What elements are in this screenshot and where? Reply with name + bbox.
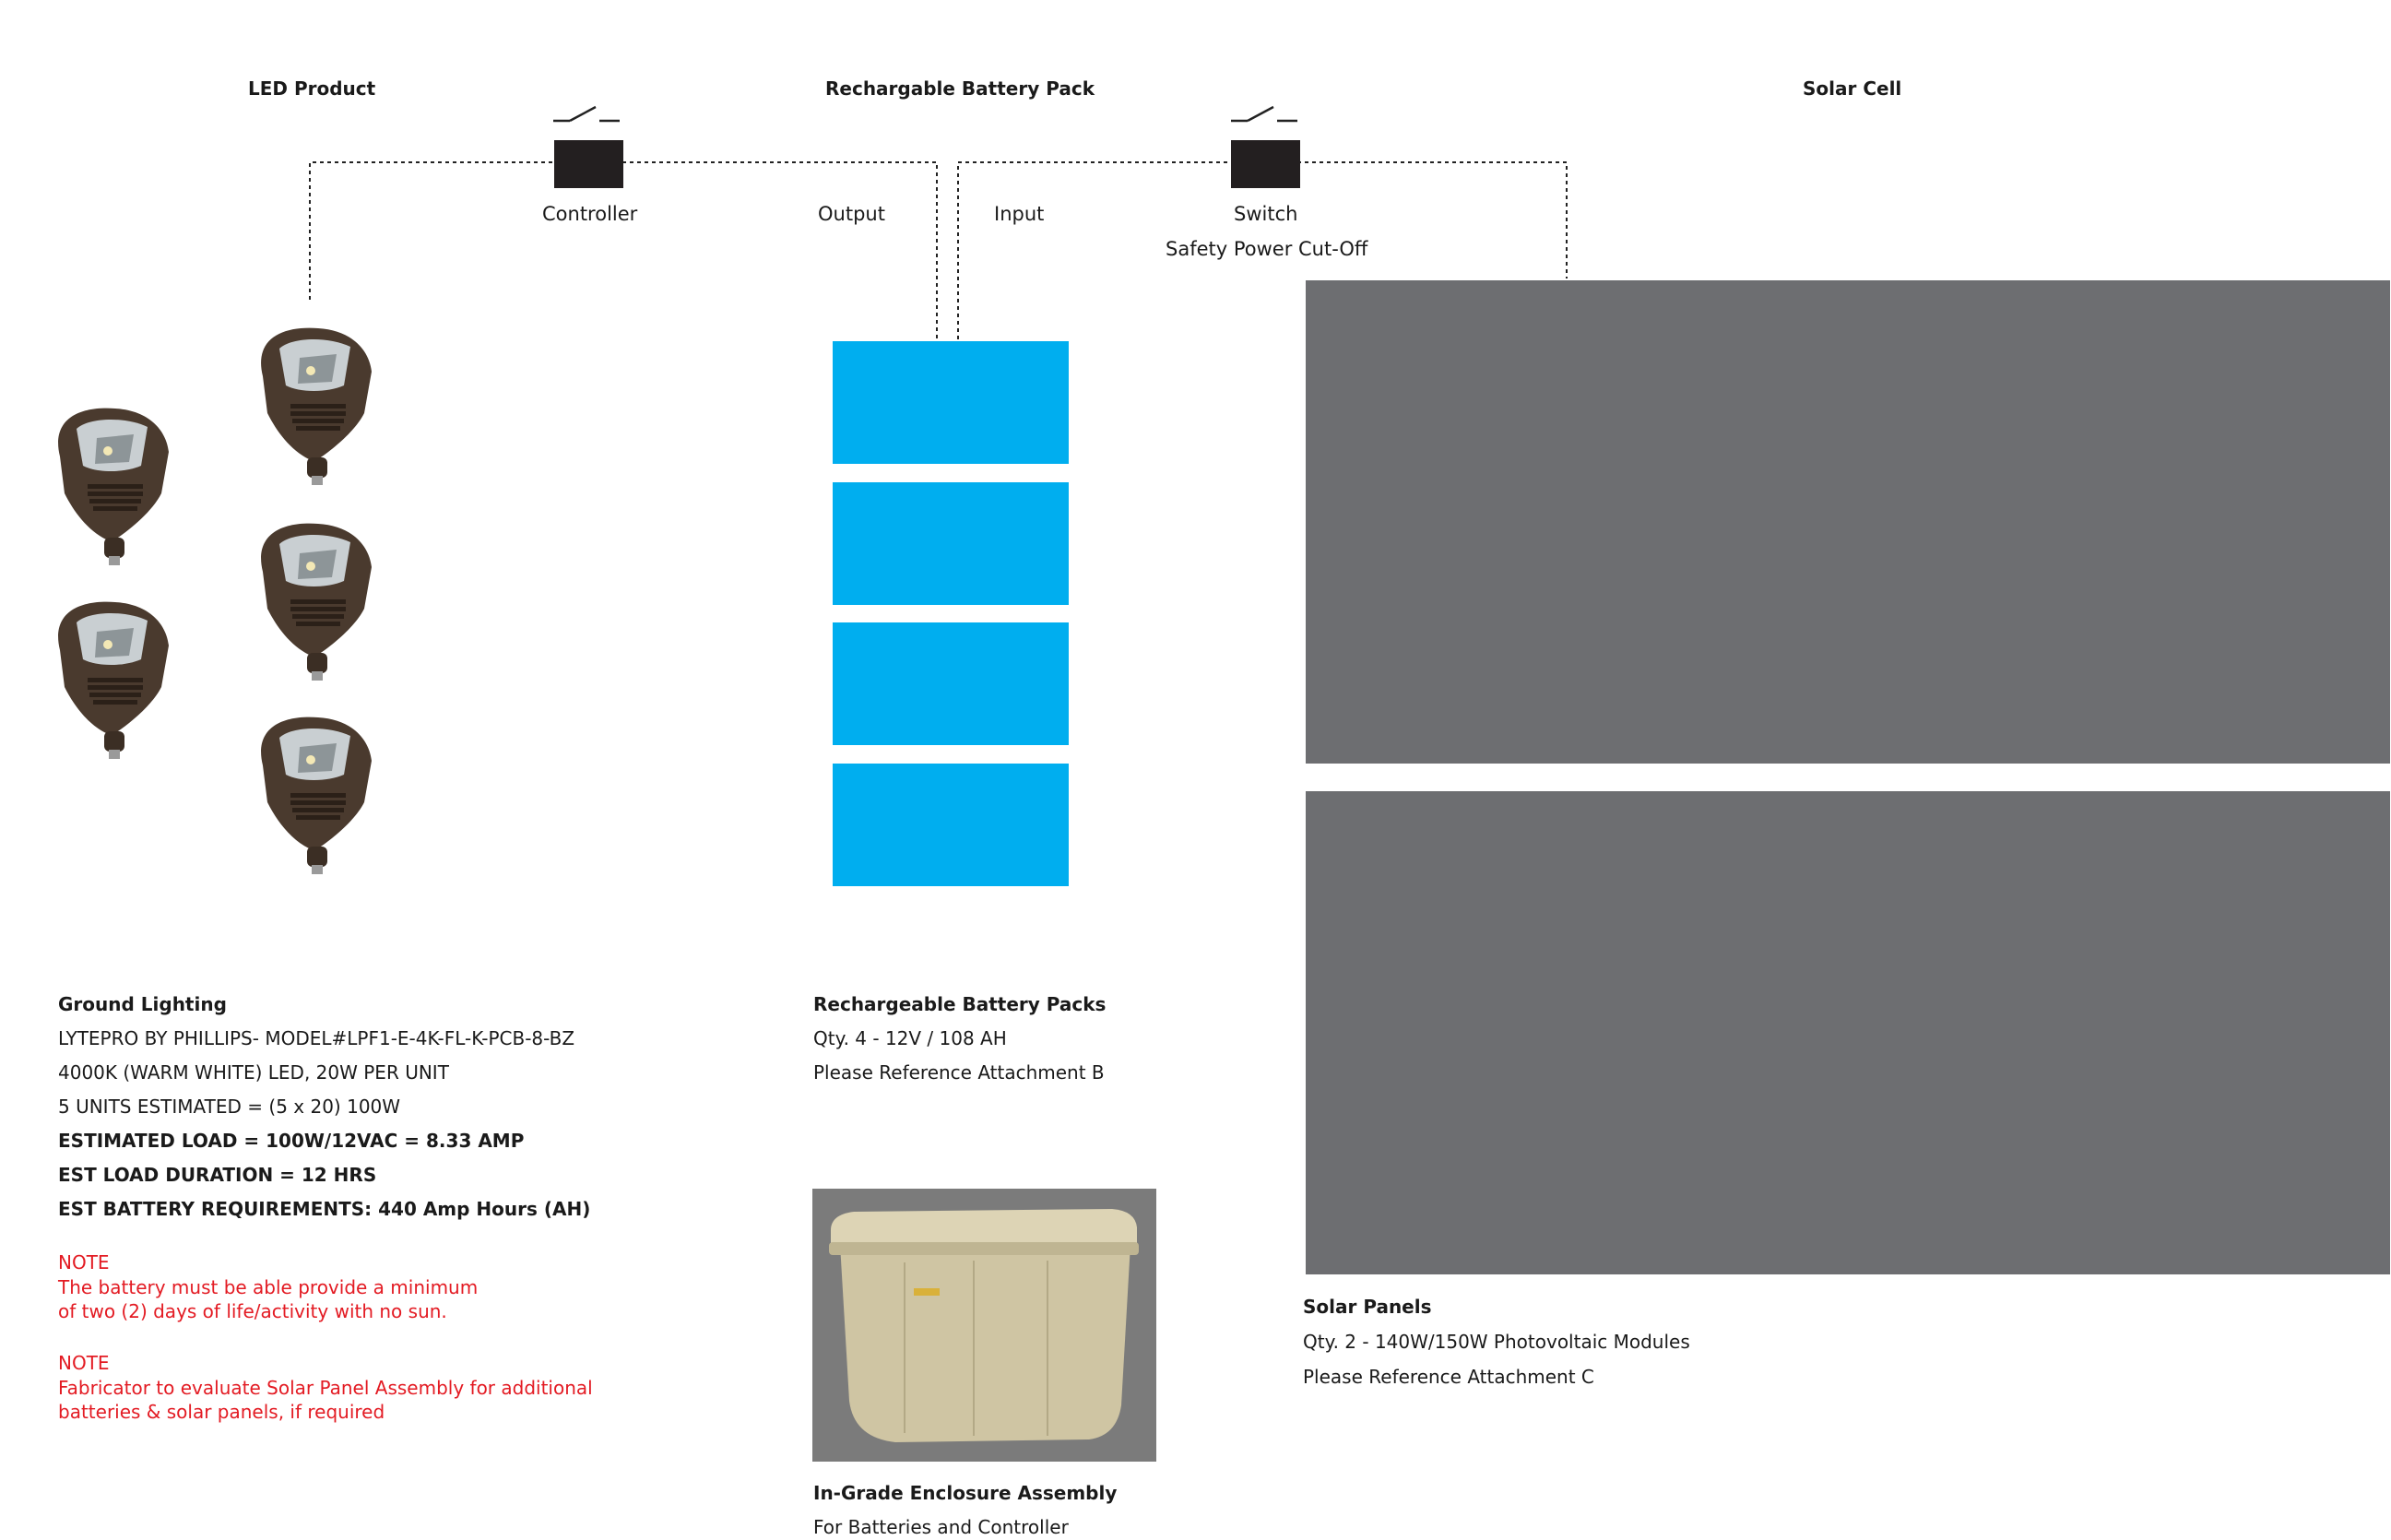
ground-lighting-line: 5 UNITS ESTIMATED = (5 x 20) 100W <box>58 1096 401 1118</box>
note-title: NOTE <box>58 1251 110 1273</box>
battery-pack-3 <box>833 622 1069 745</box>
led-fixtures <box>58 327 372 874</box>
note-line: of two (2) days of life/activity with no… <box>58 1300 447 1322</box>
solar-panels-line: Qty. 2 - 140W/150W Photovoltaic Modules <box>1303 1331 1690 1353</box>
solar-panel-1 <box>1306 280 2390 764</box>
led-flood-light-icon <box>261 717 372 874</box>
solar-panels-line: Please Reference Attachment C <box>1303 1366 1594 1388</box>
header-solar-cell: Solar Cell <box>1803 77 1902 100</box>
controller-label: Controller <box>542 203 638 225</box>
controller-box-icon <box>554 140 623 188</box>
note-line: The battery must be able provide a minim… <box>58 1276 479 1298</box>
ground-lighting-battery-req: EST BATTERY REQUIREMENTS: 440 Amp Hours … <box>58 1198 591 1220</box>
note-line: Fabricator to evaluate Solar Panel Assem… <box>58 1377 593 1399</box>
ground-lighting-line: LYTEPRO BY PHILLIPS- MODEL#LPF1-E-4K-FL-… <box>58 1027 575 1049</box>
battery-pack-1 <box>833 341 1069 464</box>
led-flood-light-icon <box>261 523 372 681</box>
header-battery-pack: Rechargable Battery Pack <box>825 77 1095 100</box>
ground-lighting-load: ESTIMATED LOAD = 100W/12VAC = 8.33 AMP <box>58 1130 525 1152</box>
battery-packs-line: Please Reference Attachment B <box>813 1061 1105 1084</box>
led-flood-light-icon <box>58 601 169 759</box>
header-led-product: LED Product <box>248 77 376 100</box>
input-label: Input <box>994 203 1045 225</box>
solar-panel-2 <box>1306 791 2390 1274</box>
led-flood-light-icon <box>58 408 169 565</box>
ground-lighting-line: 4000K (WARM WHITE) LED, 20W PER UNIT <box>58 1061 449 1084</box>
led-flood-light-icon <box>261 327 372 485</box>
safety-label: Safety Power Cut-Off <box>1166 238 1368 260</box>
switch-box-icon <box>1231 140 1300 188</box>
battery-pack-2 <box>833 482 1069 605</box>
solar-panels-title: Solar Panels <box>1303 1296 1432 1318</box>
controller-switch-symbol <box>553 105 620 123</box>
battery-packs-line: Qty. 4 - 12V / 108 AH <box>813 1027 1007 1049</box>
output-label: Output <box>818 203 885 225</box>
enclosure-image <box>812 1189 1156 1462</box>
note-line: batteries & solar panels, if required <box>58 1401 385 1423</box>
enclosure-title: In-Grade Enclosure Assembly <box>813 1482 1118 1504</box>
switch-label: Switch <box>1234 203 1298 225</box>
ground-lighting-title: Ground Lighting <box>58 993 227 1015</box>
battery-pack-4 <box>833 764 1069 886</box>
note-title: NOTE <box>58 1352 110 1374</box>
enclosure-line: For Batteries and Controller <box>813 1516 1069 1538</box>
safety-switch-symbol <box>1231 105 1297 123</box>
battery-packs-title: Rechargeable Battery Packs <box>813 993 1107 1015</box>
ground-lighting-duration: EST LOAD DURATION = 12 HRS <box>58 1164 377 1186</box>
enclosure-box-icon <box>829 1209 1139 1442</box>
